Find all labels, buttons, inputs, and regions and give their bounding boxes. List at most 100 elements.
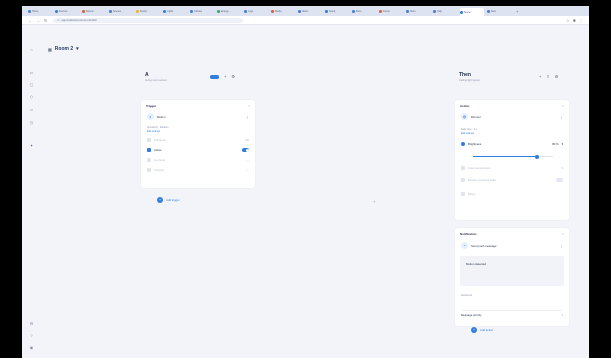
settings-icon[interactable]: ⚙ — [29, 321, 34, 326]
right-device-actions: + ⇪ ⚙ — [539, 74, 558, 79]
add-trigger-button[interactable]: + Add trigger — [157, 197, 180, 203]
chevron-down-icon[interactable]: ▾ — [562, 142, 563, 146]
visibility-toggle[interactable] — [210, 74, 219, 79]
address-bar[interactable]: ⊙ app.local/scenes/room-2/editor — [53, 17, 244, 23]
action-row-restore[interactable]: Restore previous state — [461, 178, 563, 182]
notification-device-row[interactable]: ◔ Send push message ⋮ — [461, 242, 563, 249]
add-icon[interactable]: + — [224, 74, 226, 79]
browser-tab[interactable]: Climate — [190, 8, 214, 14]
new-tab-icon[interactable]: + — [516, 9, 518, 14]
settings-icon[interactable]: ⚙ — [231, 74, 235, 79]
restore-switch[interactable] — [556, 178, 563, 182]
browser-tab[interactable]: Alarm — [298, 8, 322, 14]
browser-tab[interactable]: Lights — [163, 8, 187, 14]
share-icon[interactable]: ⇪ — [546, 74, 549, 79]
plus-icon: + — [157, 197, 163, 203]
forward-icon[interactable]: → — [36, 18, 40, 23]
tab-favicon-icon — [379, 9, 382, 13]
reload-icon[interactable]: ↻ — [44, 18, 47, 23]
scene-title[interactable]: ▦ Room 2 ▾ — [48, 46, 79, 52]
edit-settings-link[interactable]: Edit settings — [461, 132, 474, 135]
trigger-row-presence[interactable]: Presence Off — [147, 138, 249, 142]
home-icon[interactable]: ⌂ — [29, 47, 34, 52]
priority-label: Message priority — [461, 313, 482, 317]
help-icon[interactable]: ? — [29, 333, 34, 338]
trigger-row-value: Off — [245, 138, 249, 142]
brightness-slider-knob[interactable] — [535, 154, 539, 159]
timeout-icon — [147, 168, 151, 172]
more-icon[interactable]: ⋮ — [560, 115, 563, 119]
brightness-slider[interactable] — [473, 154, 553, 159]
browser-tab[interactable]: Setup — [325, 8, 349, 14]
devices-icon[interactable]: ▭ — [29, 70, 34, 75]
add-action-button[interactable]: + Add action — [471, 327, 493, 333]
trigger-device-row[interactable]: ◐ Motion ⋮ — [147, 113, 249, 120]
energy-icon[interactable]: ▱ — [29, 107, 34, 112]
scenes-icon[interactable]: ✦ — [29, 143, 34, 148]
browser-tab-label: Scene — [464, 10, 471, 14]
grid-icon: ▦ — [48, 46, 52, 52]
add-icon[interactable]: + — [539, 74, 541, 79]
close-icon[interactable]: × — [562, 104, 564, 108]
extensions-icon[interactable]: ✱ — [573, 18, 576, 23]
browser-tab[interactable]: Docs — [352, 8, 376, 14]
arrow-right-icon: ⇢ — [372, 199, 376, 204]
recipients-row[interactable]: Recipients — [461, 294, 563, 297]
tab-favicon-icon — [271, 9, 274, 13]
active-switch[interactable] — [242, 148, 249, 152]
trigger-row-timeout[interactable]: Timeout — — [147, 168, 249, 172]
rooms-icon[interactable]: ▢ — [29, 82, 34, 87]
browser-tab[interactable]: Forum — [379, 8, 403, 14]
edit-settings-link[interactable]: Edit settings — [147, 130, 160, 133]
tab-favicon-icon — [163, 9, 166, 13]
trigger-device-label: Motion — [157, 114, 166, 119]
tab-favicon-icon — [82, 9, 85, 13]
action-row-color[interactable]: Color temperature ▾ — [461, 166, 563, 170]
action-device-row[interactable]: ◍ Dimmer ⋮ — [461, 113, 563, 120]
message-box[interactable]: Motion detected — [460, 256, 564, 286]
browser-tab[interactable]: Studio — [136, 8, 160, 14]
menu-icon[interactable]: ⋮ — [579, 18, 583, 23]
action-row-delay[interactable]: Delay — [461, 192, 563, 196]
automation-icon[interactable]: ◇ — [29, 94, 34, 99]
plus-icon: + — [471, 327, 477, 333]
browser-tab[interactable]: Scene — [460, 8, 484, 16]
browser-tab-label: Help — [437, 9, 442, 13]
back-icon[interactable]: ← — [28, 18, 32, 23]
trigger-row-active[interactable]: Active — [147, 148, 249, 152]
lock-icon: ⊙ — [57, 18, 60, 22]
star-icon[interactable]: ☆ — [566, 18, 570, 23]
close-icon[interactable]: × — [248, 104, 250, 108]
action-row-label: Restore previous state — [468, 178, 496, 182]
more-icon[interactable]: ⋮ — [246, 115, 249, 119]
priority-dropdown[interactable]: Message priority ▾ — [461, 310, 563, 317]
chevron-down-icon[interactable]: ▾ — [562, 166, 563, 170]
trigger-row-label: Active — [154, 148, 162, 152]
trigger-row-lux[interactable]: Lux level — — [147, 158, 249, 162]
browser-tab[interactable]: Logs — [244, 8, 268, 14]
browser-tab[interactable]: Home — [28, 8, 52, 14]
timer-icon[interactable]: ◷ — [29, 120, 34, 125]
tab-favicon-icon — [487, 9, 490, 13]
browser-tab[interactable]: New — [487, 8, 511, 14]
delay-icon — [461, 192, 465, 196]
chevron-down-icon: ▾ — [76, 46, 79, 52]
tab-favicon-icon — [136, 9, 139, 13]
more-icon[interactable]: ⋮ — [560, 244, 563, 248]
settings-icon[interactable]: ⚙ — [555, 74, 559, 79]
browser-tab[interactable]: Media — [271, 8, 295, 14]
brightness-label: Brightness — [468, 142, 482, 146]
browser-tab[interactable]: Rooms — [82, 8, 106, 14]
recipients-label: Recipients — [461, 294, 473, 297]
browser-tab[interactable]: Scenes — [109, 8, 133, 14]
profile-icon[interactable]: ◉ — [29, 345, 34, 350]
browser-tab[interactable]: Help — [433, 8, 457, 14]
browser-tab[interactable]: Devices — [55, 8, 79, 14]
close-icon[interactable]: × — [562, 232, 564, 236]
bell-icon: ◔ — [461, 242, 468, 249]
browser-tab[interactable]: Energy — [217, 8, 241, 14]
tab-favicon-icon — [217, 9, 220, 13]
address-text: app.local/scenes/room-2/editor — [61, 18, 98, 22]
browser-tab[interactable]: Store — [406, 8, 430, 14]
browser-tab-label: Forum — [383, 9, 390, 13]
